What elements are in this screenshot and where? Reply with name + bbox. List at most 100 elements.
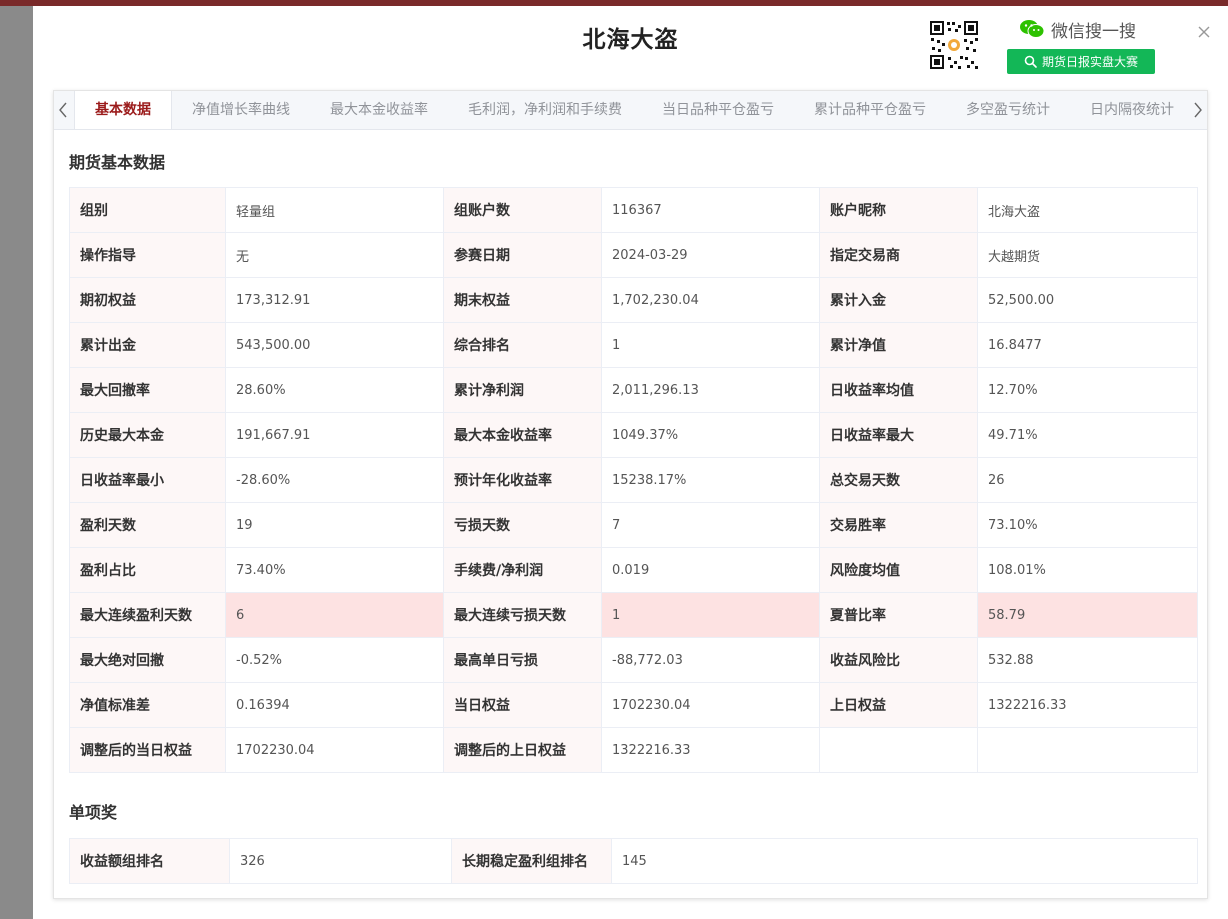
modal-header: 北海大盗 微信搜一搜 期货日报实盘大赛 bbox=[33, 6, 1228, 84]
field-value: 1322216.33 bbox=[977, 682, 1198, 728]
table-row: 最大绝对回撤 -0.52% 最高单日亏损 -88,772.03 收益风险比 532.88 bbox=[69, 637, 1198, 683]
field-value: 52,500.00 bbox=[977, 277, 1198, 323]
awards-table: 收益额组排名 326 长期稳定盈利组排名 145 bbox=[69, 838, 1198, 884]
field-label: 亏损天数 bbox=[443, 502, 602, 548]
field-label: 调整后的当日权益 bbox=[69, 727, 226, 773]
field-label: 手续费/净利润 bbox=[443, 547, 602, 593]
field-label: 最大绝对回撤 bbox=[69, 637, 226, 683]
field-label: 收益额组排名 bbox=[69, 838, 230, 884]
field-value: 1 bbox=[601, 592, 820, 638]
field-value: 145 bbox=[611, 838, 1198, 884]
field-label: 累计出金 bbox=[69, 322, 226, 368]
field-label: 夏普比率 bbox=[819, 592, 978, 638]
basic-data-table: 组别 轻量组 组账户数 116367 账户昵称 北海大盗 操作指导无参赛日期 2024-03-… bbox=[69, 187, 1198, 773]
field-label: 综合排名 bbox=[443, 322, 602, 368]
field-label: 最高单日亏损 bbox=[443, 637, 602, 683]
basic-data-section-title: 期货基本数据 bbox=[69, 153, 166, 172]
field-label: 调整后的上日权益 bbox=[443, 727, 602, 773]
tab-scroll-left-button[interactable] bbox=[54, 91, 72, 129]
field-value: 0.16394 bbox=[225, 682, 444, 728]
field-label: 期末权益 bbox=[443, 277, 602, 323]
field-value: 191,667.91 bbox=[225, 412, 444, 458]
field-value: 15238.17% bbox=[601, 457, 820, 503]
chevron-right-icon bbox=[1194, 102, 1202, 118]
table-row: 最大回撤率 28.60% 累计净利润 2,011,296.13 日收益率均值 12.70% bbox=[69, 367, 1198, 413]
field-label: 长期稳定盈利组排名 bbox=[451, 838, 612, 884]
tab-2[interactable]: 最大本金收益率 bbox=[310, 91, 448, 129]
tab-bar: 基本数据 净值增长率曲线 最大本金收益率 毛利润，净利润和手续费 当日品种平仓盈亏 累计品… bbox=[54, 91, 1207, 130]
search-icon bbox=[1024, 55, 1037, 68]
field-value: 543,500.00 bbox=[225, 322, 444, 368]
field-label: 交易胜率 bbox=[819, 502, 978, 548]
field-value: 6 bbox=[225, 592, 444, 638]
field-label: 累计净利润 bbox=[443, 367, 602, 413]
field-value: 73.10% bbox=[977, 502, 1198, 548]
field-value: -0.52% bbox=[225, 637, 444, 683]
wechat-search-button[interactable]: 期货日报实盘大赛 bbox=[1007, 49, 1155, 74]
table-row: 最大连续盈利天数 6 最大连续亏损天数 1 夏普比率 58.79 bbox=[69, 592, 1198, 638]
tab-0[interactable]: 基本数据 bbox=[74, 91, 172, 129]
field-label: 累计净值 bbox=[819, 322, 978, 368]
field-label: 操作指导 bbox=[69, 232, 226, 278]
field-value: 19 bbox=[225, 502, 444, 548]
close-icon[interactable] bbox=[1196, 24, 1212, 40]
field-value: -28.60% bbox=[225, 457, 444, 503]
awards-section-title: 单项奖 bbox=[69, 803, 118, 822]
field-label: 日收益率最小 bbox=[69, 457, 226, 503]
tab-4[interactable]: 当日品种平仓盈亏 bbox=[642, 91, 794, 129]
chevron-left-icon bbox=[59, 102, 67, 118]
field-value: 7 bbox=[601, 502, 820, 548]
tab-7[interactable]: 日内隔夜统计 bbox=[1070, 91, 1186, 129]
field-label: 最大连续亏损天数 bbox=[443, 592, 602, 638]
tab-5[interactable]: 累计品种平仓盈亏 bbox=[794, 91, 946, 129]
table-row: 组别 轻量组 组账户数 116367 账户昵称 北海大盗 bbox=[69, 187, 1198, 233]
wechat-search-text: 微信搜一搜 bbox=[1051, 21, 1136, 42]
field-label: 净值标准差 bbox=[69, 682, 226, 728]
field-value: -88,772.03 bbox=[601, 637, 820, 683]
field-value: 173,312.91 bbox=[225, 277, 444, 323]
wechat-icon bbox=[1020, 20, 1045, 38]
field-label: 日收益率均值 bbox=[819, 367, 978, 413]
field-label: 组账户数 bbox=[443, 187, 602, 233]
field-value: 2024-03-29 bbox=[601, 232, 820, 278]
field-value: 1 bbox=[601, 322, 820, 368]
field-value: 1049.37% bbox=[601, 412, 820, 458]
field-value: 1702230.04 bbox=[225, 727, 444, 773]
table-row: 历史最大本金 191,667.91 最大本金收益率 1049.37% 日收益率最大 49.… bbox=[69, 412, 1198, 458]
table-row: 收益额组排名 326 长期稳定盈利组排名 145 bbox=[69, 838, 1198, 884]
field-value: 28.60% bbox=[225, 367, 444, 413]
field-value: 108.01% bbox=[977, 547, 1198, 593]
tab-scroll-right-button[interactable] bbox=[1189, 91, 1207, 129]
field-label: 盈利占比 bbox=[69, 547, 226, 593]
empty-cell bbox=[977, 727, 1198, 773]
field-value: 116367 bbox=[601, 187, 820, 233]
field-value: 12.70% bbox=[977, 367, 1198, 413]
field-label: 期初权益 bbox=[69, 277, 226, 323]
field-value: 1,702,230.04 bbox=[601, 277, 820, 323]
table-row: 日收益率最小 -28.60% 预计年化收益率 15238.17% 总交易天数 26 bbox=[69, 457, 1198, 503]
field-label: 日收益率最大 bbox=[819, 412, 978, 458]
field-label: 预计年化收益率 bbox=[443, 457, 602, 503]
account-detail-modal: 北海大盗 微信搜一搜 期货日报实盘大赛 基本数据 净值增长率曲线 最大本金收益率… bbox=[33, 6, 1228, 919]
field-value: 532.88 bbox=[977, 637, 1198, 683]
tab-1[interactable]: 净值增长率曲线 bbox=[172, 91, 310, 129]
tab-6[interactable]: 多空盈亏统计 bbox=[946, 91, 1070, 129]
field-value: 0.019 bbox=[601, 547, 820, 593]
field-value: 无 bbox=[225, 232, 444, 278]
tab-3[interactable]: 毛利润，净利润和手续费 bbox=[448, 91, 642, 129]
field-label: 当日权益 bbox=[443, 682, 602, 728]
field-label: 账户昵称 bbox=[819, 187, 978, 233]
table-row: 调整后的当日权益 1702230.04 调整后的上日权益 1322216.33 bbox=[69, 727, 1198, 773]
table-row: 操作指导无参赛日期 2024-03-29 指定交易商 大越期货 bbox=[69, 232, 1198, 278]
field-value: 326 bbox=[229, 838, 452, 884]
field-label: 上日权益 bbox=[819, 682, 978, 728]
field-label: 历史最大本金 bbox=[69, 412, 226, 458]
field-label: 盈利天数 bbox=[69, 502, 226, 548]
field-label: 总交易天数 bbox=[819, 457, 978, 503]
field-value: 16.8477 bbox=[977, 322, 1198, 368]
field-label: 收益风险比 bbox=[819, 637, 978, 683]
field-value: 北海大盗 bbox=[977, 187, 1198, 233]
wechat-search-label: 期货日报实盘大赛 bbox=[1041, 55, 1138, 69]
table-row: 期初权益 173,312.91 期末权益 1,702,230.04 累计入金 52,500… bbox=[69, 277, 1198, 323]
field-label: 累计入金 bbox=[819, 277, 978, 323]
